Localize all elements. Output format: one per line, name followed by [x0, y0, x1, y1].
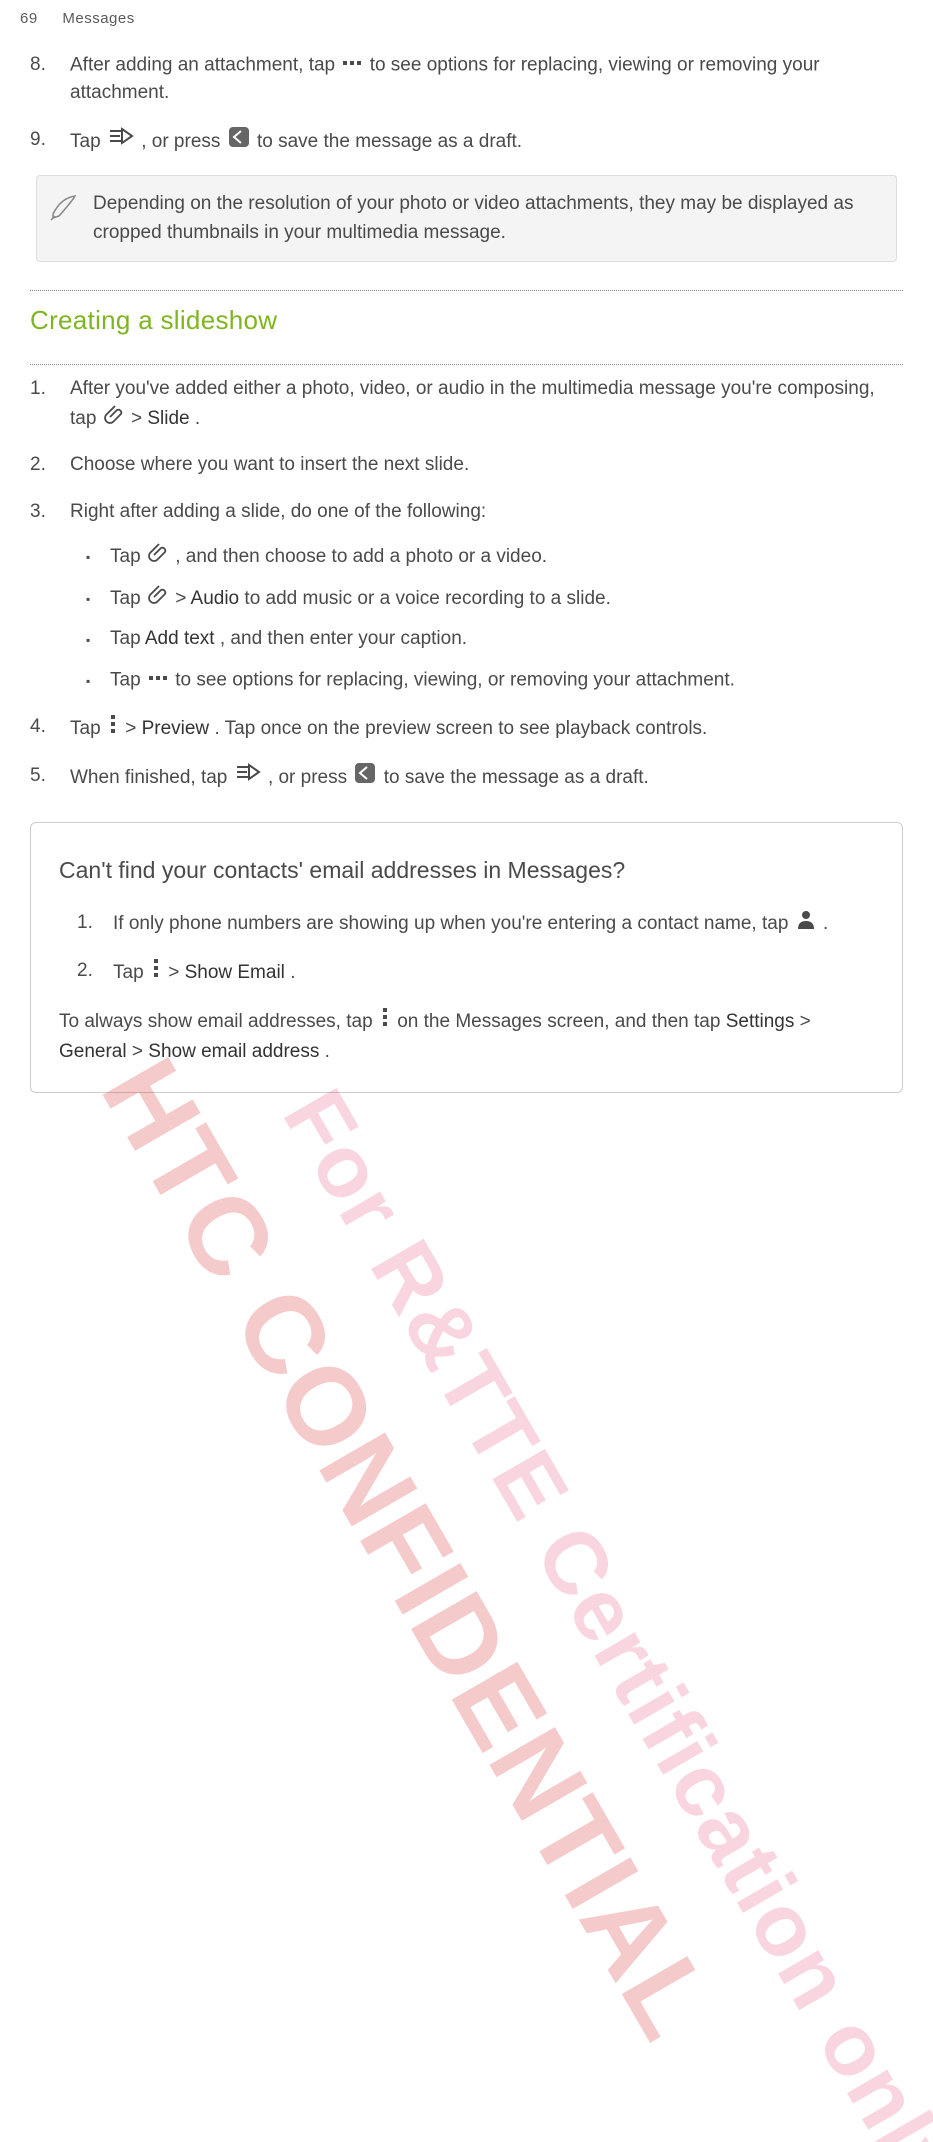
s1-pre: After you've added either a photo, video…	[70, 378, 875, 428]
s5-mid: , or press	[268, 767, 352, 788]
info-last-pre: To always show email addresses, tap	[59, 1011, 378, 1032]
bullet-4: Tap to see options for replacing, viewin…	[110, 666, 903, 695]
page-number: 69	[20, 10, 38, 27]
info-last-general: General	[59, 1041, 127, 1062]
send-icon	[235, 763, 261, 793]
menu-dots-icon	[108, 713, 118, 745]
pen-icon	[49, 190, 81, 232]
s1-slide: Slide	[147, 408, 189, 429]
info-last-settings: Settings	[726, 1011, 795, 1032]
ellipsis-icon	[342, 51, 362, 80]
step-9-text-post: to save the message as a draft.	[257, 131, 522, 152]
info-last-mid1: on the Messages screen, and then tap	[397, 1011, 726, 1032]
slideshow-step-3: 3. Right after adding a slide, do one of…	[70, 498, 903, 695]
s1-dot: .	[195, 408, 200, 429]
i2-pre: Tap	[113, 961, 149, 982]
s2-number: 2.	[30, 451, 46, 480]
menu-dots-icon	[380, 1006, 390, 1038]
ellipsis-icon	[148, 666, 168, 695]
s1-number: 1.	[30, 375, 46, 404]
slideshow-step-4: 4. Tap > Preview . Tap once on the previ…	[70, 713, 903, 745]
s1-gt: >	[131, 408, 147, 429]
s5-number: 5.	[30, 762, 46, 791]
b3-addtext: Add text	[145, 628, 215, 649]
i1-number: 1.	[77, 909, 93, 938]
b2-gt: >	[175, 588, 190, 609]
s4-post: . Tap once on the preview screen to see …	[214, 717, 707, 738]
paperclip-icon	[148, 542, 168, 572]
s3-number: 3.	[30, 498, 46, 527]
bullet-1: Tap , and then choose to add a photo or …	[110, 542, 903, 572]
step-9-number: 9.	[30, 126, 46, 155]
i1-pre: If only phone numbers are showing up whe…	[113, 913, 794, 934]
b3-post: , and then enter your caption.	[220, 628, 467, 649]
i1-post: .	[823, 913, 828, 934]
watermark-confidential: HTC CONFIDENTIAL	[60, 1029, 757, 2071]
paperclip-icon	[148, 584, 168, 614]
b1-pre: Tap	[110, 546, 146, 567]
section-title: Creating a slideshow	[30, 301, 903, 340]
s4-preview: Preview	[142, 717, 210, 738]
b4-pre: Tap	[110, 669, 146, 690]
b2-pre: Tap	[110, 588, 146, 609]
step-9: 9. Tap , or press to save the message as…	[70, 126, 903, 158]
info-box: Can't find your contacts' email addresse…	[30, 822, 903, 1094]
s4-pre: Tap	[70, 717, 106, 738]
slideshow-step-5: 5. When finished, tap , or press to save…	[70, 762, 903, 794]
s4-gt: >	[125, 717, 141, 738]
note-box: Depending on the resolution of your phot…	[36, 175, 897, 262]
s2-text: Choose where you want to insert the next…	[70, 454, 469, 475]
info-last-gt1: >	[800, 1011, 811, 1032]
page-header: 69 Messages	[0, 0, 933, 51]
step-9-text-mid: , or press	[141, 131, 225, 152]
i2-post: .	[290, 961, 295, 982]
b4-post: to see options for replacing, viewing, o…	[175, 669, 735, 690]
b3-pre: Tap	[110, 628, 145, 649]
b2-audio: Audio	[191, 588, 240, 609]
s4-number: 4.	[30, 713, 46, 742]
step-8: 8. After adding an attachment, tap to se…	[70, 51, 903, 108]
dotted-divider-bottom	[30, 364, 903, 365]
back-button-icon	[354, 762, 376, 794]
watermark-certification: For R&TTE Certification only	[250, 1065, 933, 2142]
bullet-2: Tap > Audio to add music or a voice reco…	[110, 584, 903, 614]
paperclip-icon	[104, 404, 124, 434]
s3-text-pre: Right after adding a slide, do one of th…	[70, 501, 486, 522]
info-last-showaddr: Show email address	[148, 1041, 319, 1062]
info-last-gt2: >	[132, 1041, 148, 1062]
i2-gt: >	[168, 961, 184, 982]
info-step-2: 2. Tap > Show Email .	[113, 957, 874, 989]
i2-showemail: Show Email	[185, 961, 285, 982]
step-8-number: 8.	[30, 51, 46, 80]
menu-dots-icon	[151, 957, 161, 989]
slideshow-step-2: 2. Choose where you want to insert the n…	[70, 451, 903, 480]
b2-post: to add music or a voice recording to a s…	[244, 588, 610, 609]
b1-post: , and then choose to add a photo or a vi…	[175, 546, 547, 567]
s5-post: to save the message as a draft.	[384, 767, 649, 788]
slideshow-step-1: 1. After you've added either a photo, vi…	[70, 375, 903, 433]
info-last-dot: .	[325, 1041, 330, 1062]
bullet-3: Tap Add text , and then enter your capti…	[110, 625, 903, 654]
info-step-1: 1. If only phone numbers are showing up …	[113, 909, 874, 939]
back-button-icon	[228, 126, 250, 158]
person-icon	[796, 909, 816, 939]
info-last: To always show email addresses, tap on t…	[59, 1006, 874, 1066]
s5-pre: When finished, tap	[70, 767, 233, 788]
note-text: Depending on the resolution of your phot…	[93, 193, 853, 243]
dotted-divider-top	[30, 290, 903, 291]
step-8-text-pre: After adding an attachment, tap	[70, 54, 340, 75]
i2-number: 2.	[77, 957, 93, 986]
info-title: Can't find your contacts' email addresse…	[59, 853, 874, 888]
send-icon	[108, 127, 134, 157]
step-9-text-pre: Tap	[70, 131, 106, 152]
section-name: Messages	[62, 10, 134, 27]
